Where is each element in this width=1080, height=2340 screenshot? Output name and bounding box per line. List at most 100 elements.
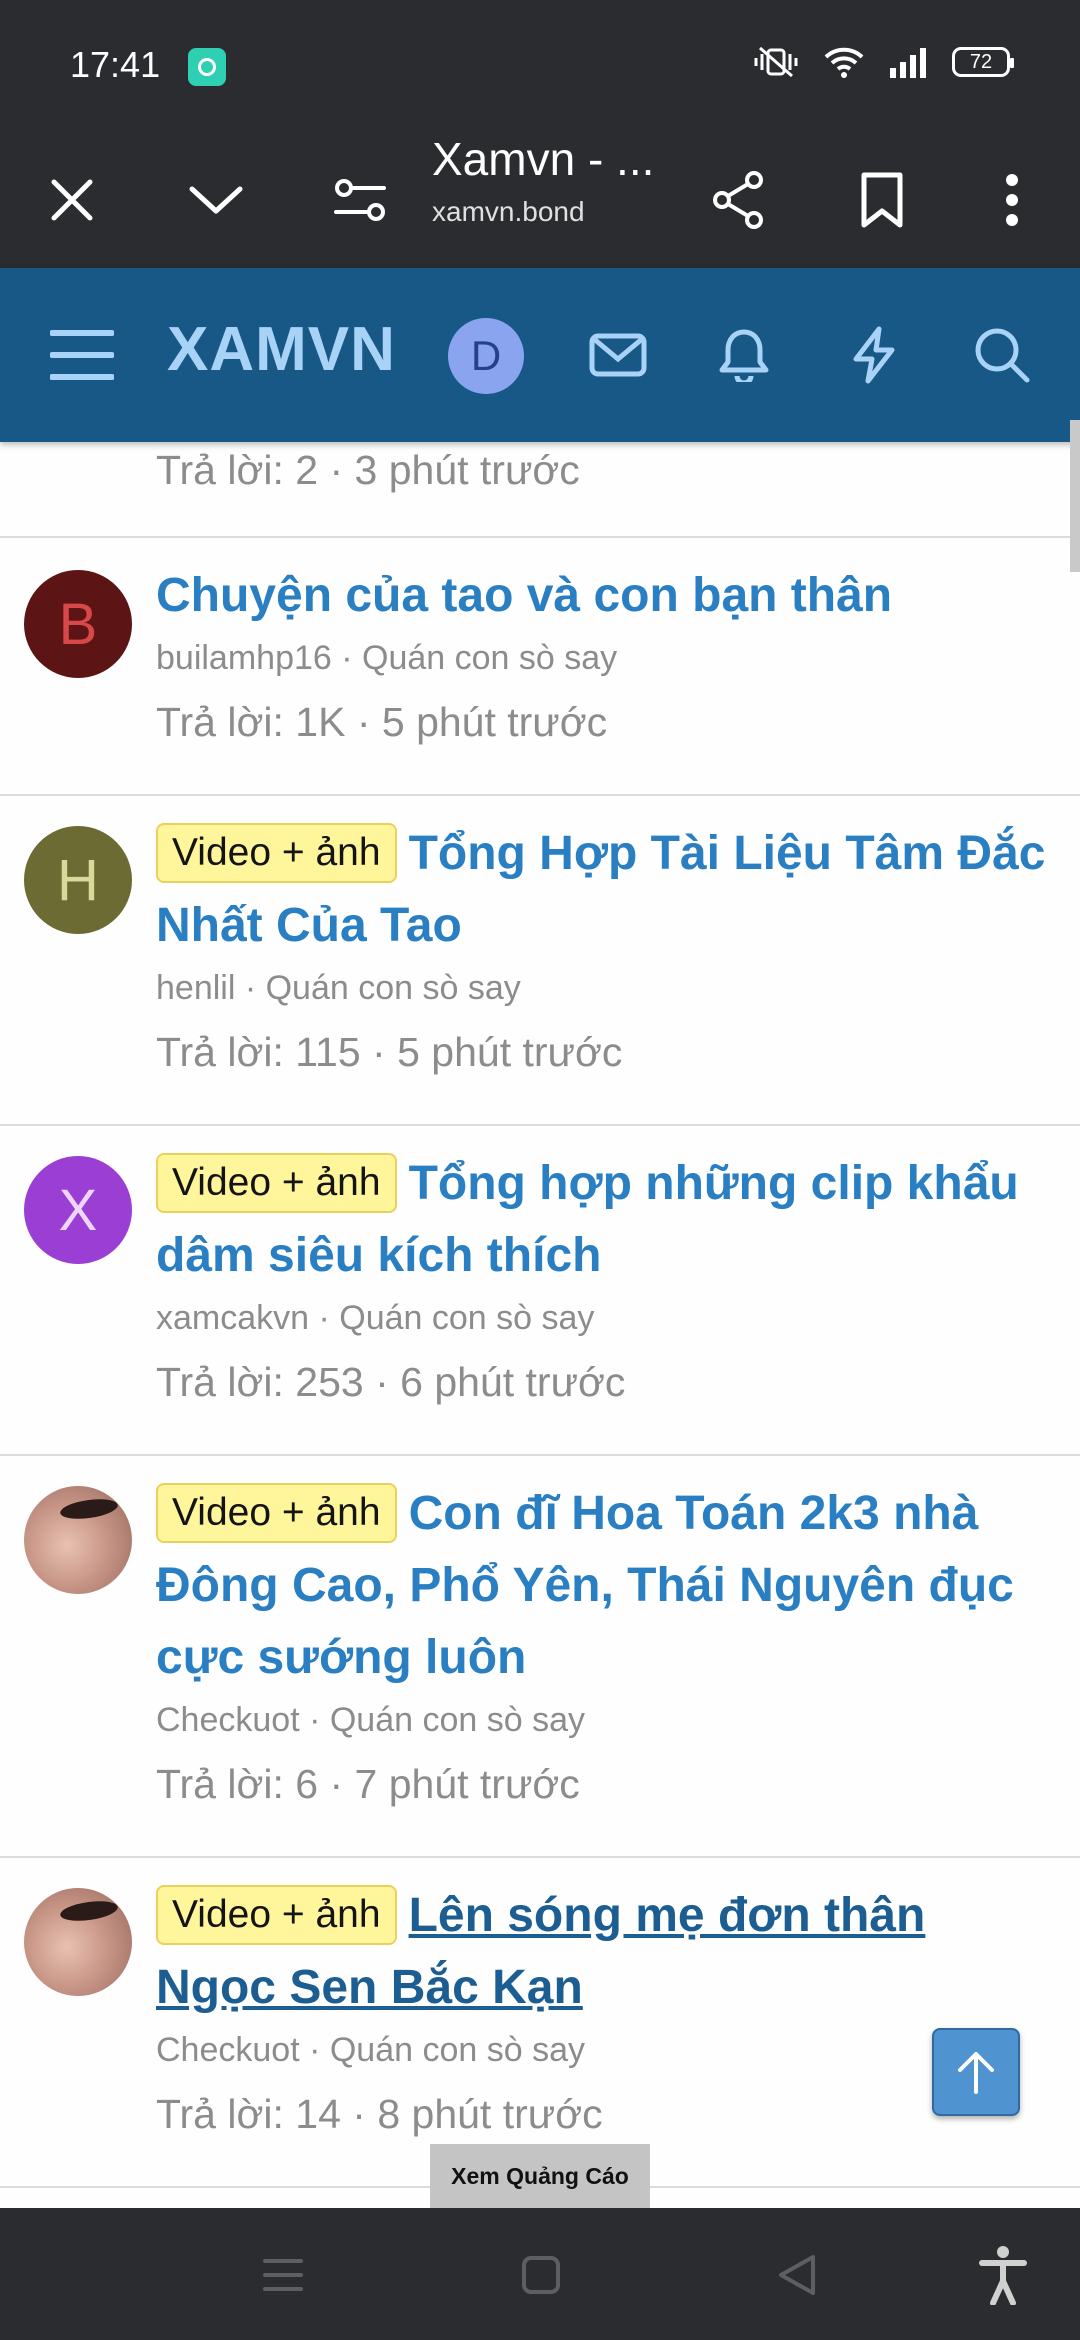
thread-row[interactable]: Trả lời: 2 · 3 phút trước: [0, 442, 1080, 538]
thread-stats: Trả lời: 14 · 8 phút trước: [156, 2091, 603, 2137]
author-link[interactable]: Checkuot: [156, 1701, 300, 1739]
thread-stats: Trả lời: 6 · 7 phút trước: [156, 1761, 580, 1807]
thread-title-link[interactable]: Video + ảnh Tổng Hợp Tài Liệu Tâm Đắc Nhấ…: [156, 818, 1046, 962]
page-title-area[interactable]: Xamvn - ... xamvn.bond: [432, 130, 682, 228]
last-post-time: 3 phút trước: [354, 447, 580, 493]
search-icon: [975, 328, 1030, 383]
minimize-button[interactable]: [166, 150, 266, 250]
status-time: 17:41: [70, 44, 161, 85]
more-options-button[interactable]: [962, 150, 1062, 250]
author-avatar[interactable]: B: [24, 570, 132, 678]
back-icon: [779, 2255, 815, 2295]
thread-title-link[interactable]: Video + ảnh Con đĩ Hoa Toán 2k3 nhà Đông …: [156, 1478, 1046, 1694]
author-link[interactable]: Checkuot: [156, 2031, 300, 2069]
last-post-time: 5 phút trước: [381, 699, 608, 745]
author-avatar[interactable]: H: [24, 826, 132, 934]
thread-stats: Trả lời: 2 · 3 phút trước: [156, 447, 580, 493]
forum-link[interactable]: Quán con sò say: [362, 639, 617, 677]
mail-icon: [589, 333, 647, 377]
reply-count: 2: [295, 447, 319, 493]
vibrate-icon: [752, 44, 800, 80]
recent-apps-button[interactable]: [238, 2230, 328, 2320]
status-bar: 17:41 72: [0, 0, 1080, 130]
forum-link[interactable]: Quán con sò say: [266, 969, 521, 1007]
bookmark-button[interactable]: [832, 150, 932, 250]
wifi-icon: [824, 45, 864, 79]
thread-list[interactable]: Trả lời: 2 · 3 phút trước B Chuyện của t…: [0, 442, 1080, 2208]
ad-label-button[interactable]: Xem Quảng Cáo: [430, 2144, 650, 2208]
last-post-time: 5 phút trước: [397, 1029, 623, 1075]
alerts-button[interactable]: [694, 305, 794, 405]
author-link[interactable]: xamcakvn: [156, 1299, 309, 1337]
last-post-time: 6 phút trước: [400, 1359, 626, 1405]
search-button[interactable]: [952, 305, 1052, 405]
recent-apps-icon: [263, 2259, 303, 2291]
home-button[interactable]: [496, 2230, 586, 2320]
thread-row[interactable]: H Video + ảnh Tổng Hợp Tài Liệu Tâm Đắc N…: [0, 796, 1080, 1126]
thread-meta: Checkuot · Quán con sò say: [156, 1701, 586, 1739]
thread-prefix-badge[interactable]: Video + ảnh: [156, 1153, 397, 1213]
site-settings-button[interactable]: [310, 150, 410, 250]
share-button[interactable]: [688, 150, 788, 250]
author-link[interactable]: builamhp16: [156, 639, 332, 677]
scrollbar-thumb[interactable]: [1070, 420, 1080, 572]
author-avatar[interactable]: X: [24, 1156, 132, 1264]
author-avatar[interactable]: [24, 1888, 132, 1996]
thread-prefix-badge[interactable]: Video + ảnh: [156, 1483, 397, 1543]
scroll-to-top-button[interactable]: [932, 2028, 1020, 2116]
notification-app-icon: [188, 48, 226, 86]
battery-icon: 72: [952, 47, 1014, 77]
thread-prefix-badge[interactable]: Video + ảnh: [156, 1885, 397, 1945]
browser-toolbar: Xamvn - ... xamvn.bond: [0, 130, 1080, 268]
chevron-down-icon: [189, 186, 243, 214]
thread-title-link[interactable]: Chuyện của tao và con bạn thân: [156, 560, 1046, 632]
forum-link[interactable]: Quán con sò say: [339, 1299, 594, 1337]
accessibility-button[interactable]: [958, 2230, 1048, 2320]
thread-meta: builamhp16 · Quán con sò say: [156, 639, 618, 677]
thread-row[interactable]: Video + ảnh Con đĩ Hoa Toán 2k3 nhà Đông …: [0, 1456, 1080, 1858]
thread-title-link[interactable]: Video + ảnh Tổng hợp những clip khẩu dâm …: [156, 1148, 1046, 1292]
reply-count: 1K: [295, 699, 346, 745]
reply-count: 6: [295, 1761, 319, 1807]
whats-new-button[interactable]: [824, 305, 924, 405]
inbox-button[interactable]: [568, 305, 668, 405]
thread-stats: Trả lời: 253 · 6 phút trước: [156, 1359, 626, 1405]
reply-count: 253: [295, 1359, 364, 1405]
thread-row[interactable]: Video + ảnh Lên sóng mẹ đơn thân Ngọc Sen…: [0, 1858, 1080, 2188]
site-settings-icon: [334, 179, 386, 221]
forum-link[interactable]: Quán con sò say: [330, 2031, 585, 2069]
author-avatar[interactable]: [24, 1486, 132, 1594]
author-link[interactable]: henlil: [156, 969, 235, 1007]
reply-count: 115: [295, 1029, 361, 1075]
last-post-time: 7 phút trước: [354, 1761, 580, 1807]
menu-button[interactable]: [32, 305, 132, 405]
reply-count: 14: [295, 2091, 341, 2137]
user-avatar[interactable]: D: [448, 318, 524, 394]
forum-header: XAMVN D: [0, 268, 1080, 442]
close-icon: [51, 179, 93, 221]
signal-icon: [888, 46, 928, 78]
thread-stats: Trả lời: 1K · 5 phút trước: [156, 699, 608, 745]
close-tab-button[interactable]: [22, 150, 122, 250]
forum-link[interactable]: Quán con sò say: [330, 1701, 585, 1739]
site-logo[interactable]: XAMVN: [167, 314, 396, 385]
page-title: Xamvn - ...: [432, 133, 655, 185]
thread-prefix-badge[interactable]: Video + ảnh: [156, 823, 397, 883]
last-post-time: 8 phút trước: [377, 2091, 603, 2137]
bookmark-icon: [861, 172, 903, 228]
back-button[interactable]: [752, 2230, 842, 2320]
share-icon: [713, 171, 763, 229]
thread-title-link[interactable]: Video + ảnh Lên sóng mẹ đơn thân Ngọc Sen…: [156, 1880, 1046, 2024]
thread-row[interactable]: B Chuyện của tao và con bạn thân builamh…: [0, 538, 1080, 796]
thread-meta: henlil · Quán con sò say: [156, 969, 521, 1007]
menu-icon: [50, 330, 114, 380]
thread-row[interactable]: X Video + ảnh Tổng hợp những clip khẩu dâ…: [0, 1126, 1080, 1456]
arrow-up-icon: [958, 2052, 994, 2094]
lightning-icon: [853, 326, 895, 384]
thread-meta: xamcakvn · Quán con sò say: [156, 1299, 595, 1337]
accessibility-icon: [979, 2246, 1027, 2305]
more-vert-icon: [1006, 174, 1018, 226]
system-nav-bar: [0, 2208, 1080, 2340]
thread-stats: Trả lời: 115 · 5 phút trước: [156, 1029, 623, 1075]
status-icons: 72: [752, 44, 1014, 80]
